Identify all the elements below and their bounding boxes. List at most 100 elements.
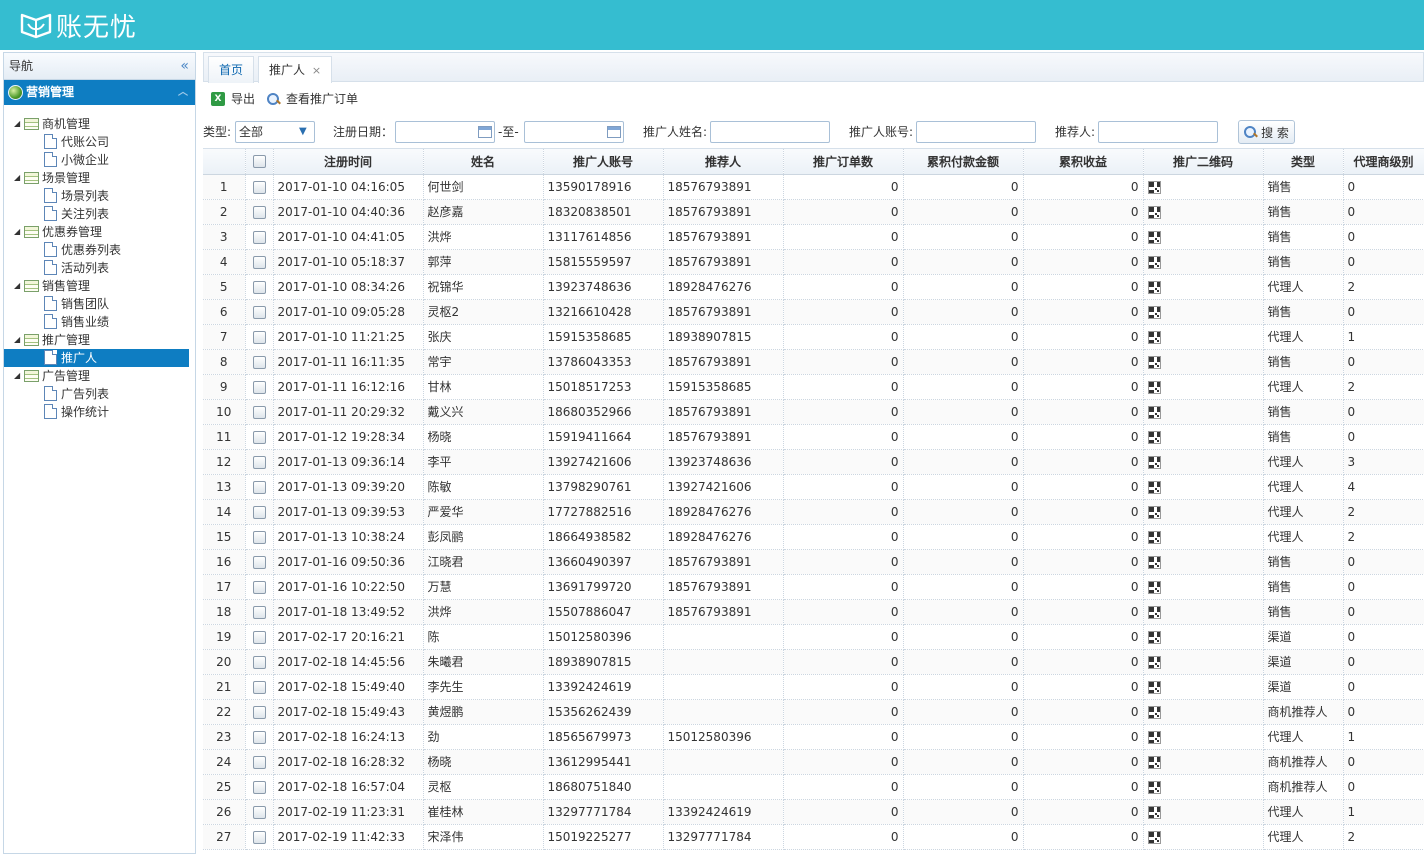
qrcode-icon[interactable] <box>1147 355 1161 369</box>
qrcode-icon[interactable] <box>1147 530 1161 544</box>
table-row[interactable]: 13 2017-01-13 09:39:20 陈敏 13798290761 139274… <box>203 474 1424 500</box>
table-row[interactable]: 27 2017-02-19 11:42:33 宋泽伟 15019225277 13297… <box>203 824 1424 850</box>
qrcode-icon[interactable] <box>1147 255 1161 269</box>
row-checkbox[interactable] <box>252 530 266 544</box>
row-checkbox[interactable] <box>252 480 266 494</box>
promoter-name-input[interactable] <box>710 121 830 143</box>
row-checkbox[interactable] <box>252 305 266 319</box>
row-checkbox-cell[interactable] <box>245 599 274 625</box>
qrcode-icon[interactable] <box>1147 630 1161 644</box>
row-checkbox-cell[interactable] <box>245 549 274 575</box>
row-checkbox[interactable] <box>252 380 266 394</box>
table-row[interactable]: 15 2017-01-13 10:38:24 彭凤鹂 18664938582 18928… <box>203 524 1424 550</box>
table-row[interactable]: 11 2017-01-12 19:28:34 杨晓 15919411664 185767… <box>203 424 1424 450</box>
table-row[interactable]: 10 2017-01-11 20:29:32 戴义兴 18680352966 18576… <box>203 399 1424 425</box>
table-row[interactable]: 19 2017-02-17 20:16:21 陈 15012580396 0 0 0 渠道 0 <box>203 624 1424 650</box>
column-header[interactable]: 累积付款金额 <box>903 149 1024 175</box>
tree-group[interactable]: ◢ 场景管理 <box>4 169 195 187</box>
tree-group[interactable]: ◢ 广告管理 <box>4 367 195 385</box>
tree-item[interactable]: 小微企业 <box>4 151 195 169</box>
table-row[interactable]: 18 2017-01-18 13:49:52 洪烨 15507886047 185767… <box>203 599 1424 625</box>
row-checkbox[interactable] <box>252 755 266 769</box>
view-orders-button[interactable]: 查看推广订单 <box>267 90 358 108</box>
row-checkbox[interactable] <box>252 280 266 294</box>
row-checkbox-cell[interactable] <box>245 249 274 275</box>
qrcode-icon[interactable] <box>1147 655 1161 669</box>
expand-triangle-icon[interactable]: ◢ <box>14 331 24 349</box>
column-header[interactable]: 推广人账号 <box>543 149 664 175</box>
row-checkbox-cell[interactable] <box>245 474 274 500</box>
qrcode-icon[interactable] <box>1147 305 1161 319</box>
tree-item[interactable]: 销售团队 <box>4 295 195 313</box>
row-checkbox-cell[interactable] <box>245 274 274 300</box>
table-row[interactable]: 7 2017-01-10 11:21:25 张庆 15915358685 1893890… <box>203 324 1424 350</box>
table-row[interactable]: 16 2017-01-16 09:50:36 江晓君 13660490397 18576… <box>203 549 1424 575</box>
referrer-input[interactable] <box>1098 121 1218 143</box>
row-checkbox-cell[interactable] <box>245 499 274 525</box>
row-checkbox-cell[interactable] <box>245 799 274 825</box>
app-logo[interactable]: 账无忧 <box>20 9 137 43</box>
accordion-header-marketing[interactable]: 营销管理 ︿ <box>4 80 195 105</box>
qrcode-icon[interactable] <box>1147 380 1161 394</box>
qrcode-icon[interactable] <box>1147 730 1161 744</box>
collapse-icon[interactable]: « <box>180 53 189 79</box>
row-checkbox-cell[interactable] <box>245 649 274 675</box>
row-checkbox[interactable] <box>252 680 266 694</box>
qrcode-icon[interactable] <box>1147 455 1161 469</box>
column-header[interactable] <box>245 149 274 175</box>
row-checkbox-cell[interactable] <box>245 324 274 350</box>
row-checkbox-cell[interactable] <box>245 624 274 650</box>
tree-group[interactable]: ◢ 销售管理 <box>4 277 195 295</box>
table-row[interactable]: 26 2017-02-19 11:23:31 崔桂林 13297771784 13392… <box>203 799 1424 825</box>
row-checkbox-cell[interactable] <box>245 349 274 375</box>
row-checkbox-cell[interactable] <box>245 449 274 475</box>
calendar-icon[interactable] <box>478 126 492 138</box>
expand-triangle-icon[interactable]: ◢ <box>14 223 24 241</box>
column-header[interactable]: 推广订单数 <box>783 149 904 175</box>
row-checkbox-cell[interactable] <box>245 574 274 600</box>
tree-item[interactable]: 关注列表 <box>4 205 195 223</box>
row-checkbox-cell[interactable] <box>245 524 274 550</box>
tree-item[interactable]: 场景列表 <box>4 187 195 205</box>
row-checkbox-cell[interactable] <box>245 724 274 750</box>
qrcode-icon[interactable] <box>1147 180 1161 194</box>
table-row[interactable]: 22 2017-02-18 15:49:43 黄煜鹏 15356262439 0 0 0 商机… <box>203 699 1424 725</box>
row-checkbox-cell[interactable] <box>245 824 274 850</box>
column-header[interactable]: 推广二维码 <box>1143 149 1264 175</box>
column-header[interactable]: 代理商级别 <box>1343 149 1424 175</box>
qrcode-icon[interactable] <box>1147 580 1161 594</box>
table-row[interactable]: 24 2017-02-18 16:28:32 杨晓 13612995441 0 0 0 商机推… <box>203 749 1424 775</box>
column-header[interactable]: 注册时间 <box>273 149 424 175</box>
tree-item[interactable]: 代账公司 <box>4 133 195 151</box>
row-checkbox-cell[interactable] <box>245 424 274 450</box>
tree-item[interactable]: 活动列表 <box>4 259 195 277</box>
row-checkbox[interactable] <box>252 505 266 519</box>
row-checkbox[interactable] <box>252 580 266 594</box>
row-checkbox-cell[interactable] <box>245 749 274 775</box>
row-checkbox[interactable] <box>252 605 266 619</box>
column-header[interactable]: 姓名 <box>423 149 544 175</box>
table-row[interactable]: 9 2017-01-11 16:12:16 甘林 15018517253 1591535… <box>203 374 1424 400</box>
qrcode-icon[interactable] <box>1147 480 1161 494</box>
tab-promoters[interactable]: 推广人 × <box>258 56 333 84</box>
tab-home[interactable]: 首页 <box>208 56 255 83</box>
calendar-icon[interactable] <box>607 126 621 138</box>
row-checkbox-cell[interactable] <box>245 699 274 725</box>
table-row[interactable]: 21 2017-02-18 15:49:40 李先生 13392424619 0 0 0 渠道… <box>203 674 1424 700</box>
row-checkbox[interactable] <box>252 205 266 219</box>
qrcode-icon[interactable] <box>1147 505 1161 519</box>
table-row[interactable]: 3 2017-01-10 04:41:05 洪烨 13117614856 1857679… <box>203 224 1424 250</box>
table-row[interactable]: 23 2017-02-18 16:24:13 劲 18565679973 1501258… <box>203 724 1424 750</box>
chevron-up-icon[interactable]: ︿ <box>178 80 188 105</box>
row-checkbox[interactable] <box>252 655 266 669</box>
row-checkbox-cell[interactable] <box>245 299 274 325</box>
row-checkbox[interactable] <box>252 430 266 444</box>
tree-group[interactable]: ◢ 推广管理 <box>4 331 195 349</box>
type-select[interactable]: 全部 ▼ <box>235 121 315 143</box>
tree-group[interactable]: ◢ 商机管理 <box>4 115 195 133</box>
date-to-field[interactable] <box>524 121 624 143</box>
qrcode-icon[interactable] <box>1147 705 1161 719</box>
table-row[interactable]: 25 2017-02-18 16:57:04 灵枢 18680751840 0 0 0 商机推… <box>203 774 1424 800</box>
table-row[interactable]: 14 2017-01-13 09:39:53 严爱华 17727882516 18928… <box>203 499 1424 525</box>
expand-triangle-icon[interactable]: ◢ <box>14 367 24 385</box>
